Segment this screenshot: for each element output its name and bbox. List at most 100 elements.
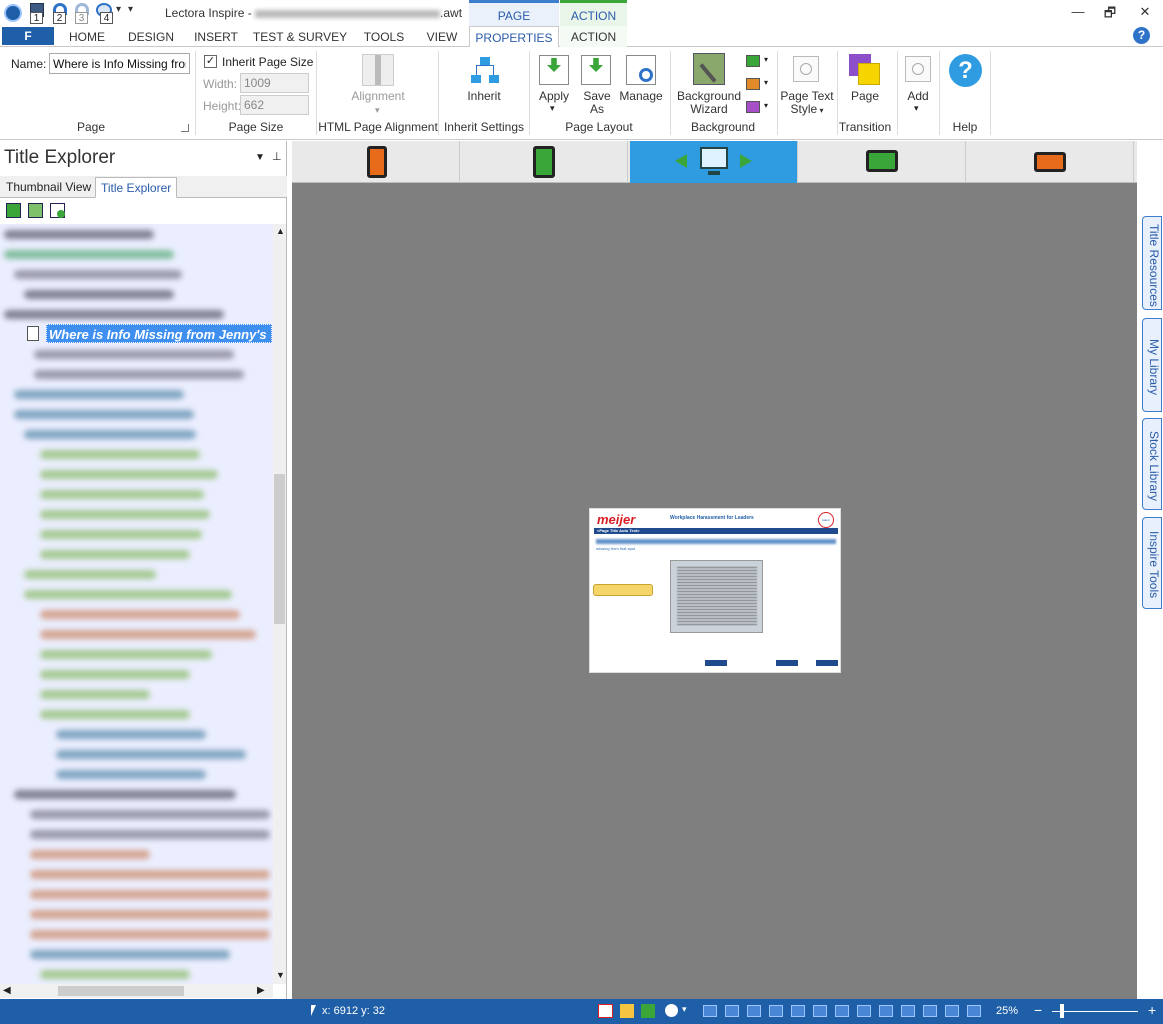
page-transition-button[interactable]: Page — [840, 90, 890, 103]
device-desktop[interactable] — [630, 141, 798, 183]
background-color-dropdown-icon[interactable]: ▾ — [764, 55, 768, 64]
scroll-down-icon[interactable]: ▼ — [276, 970, 285, 980]
add-chapter-icon[interactable] — [6, 203, 21, 218]
background-color-icon[interactable] — [746, 55, 760, 67]
device-tablet-portrait[interactable] — [460, 141, 628, 183]
same-size-icon[interactable] — [967, 1005, 981, 1017]
background-image-dropdown-icon[interactable]: ▾ — [764, 78, 768, 87]
help-icon[interactable]: ? — [1133, 27, 1150, 44]
title-tree[interactable]: Where is Info Missing from Jenny's — [0, 224, 274, 984]
center-page-icon[interactable] — [835, 1005, 849, 1017]
page-name-input[interactable] — [49, 53, 190, 74]
zoom-slider-thumb[interactable] — [1060, 1004, 1064, 1018]
preview-icon[interactable] — [620, 1004, 634, 1018]
tree-horizontal-scrollbar[interactable]: ◀ ▶ — [0, 984, 273, 998]
nav-button-1[interactable] — [705, 660, 727, 666]
background-image-icon[interactable] — [746, 78, 760, 90]
help-button-icon[interactable]: ? — [949, 54, 982, 87]
context-head-page: PAGE — [469, 0, 559, 26]
add-button[interactable]: Add — [900, 90, 936, 103]
align-center-icon[interactable] — [725, 1005, 739, 1017]
minimize-button[interactable]: — — [1066, 4, 1090, 22]
alignment-icon[interactable] — [362, 54, 394, 86]
apply-layout-icon[interactable] — [539, 55, 569, 85]
status-dropdown-icon[interactable]: ▾ — [682, 1004, 687, 1015]
background-sound-dropdown-icon[interactable]: ▾ — [764, 101, 768, 110]
tab-view[interactable]: VIEW — [418, 26, 466, 47]
qat-customize-icon[interactable]: ▾ — [128, 4, 133, 15]
nav-button-3[interactable] — [816, 660, 838, 666]
tab-action[interactable]: ACTION — [560, 26, 627, 47]
qat-dropdown-icon[interactable]: ▾ — [116, 4, 121, 15]
scroll-up-icon[interactable]: ▲ — [276, 226, 285, 236]
distribute-horizontal-icon[interactable] — [857, 1005, 871, 1017]
same-width-icon[interactable] — [923, 1005, 937, 1017]
tab-file[interactable]: F — [2, 27, 54, 45]
side-tab-title-resources[interactable]: Title Resources — [1142, 216, 1162, 310]
close-button[interactable]: ✕ — [1133, 4, 1157, 22]
align-left-icon[interactable] — [703, 1005, 717, 1017]
same-height-icon[interactable] — [945, 1005, 959, 1017]
tab-title-explorer[interactable]: Title Explorer — [95, 177, 178, 198]
restore-button[interactable]: 🗗 — [1098, 4, 1122, 22]
device-phone-portrait[interactable] — [292, 141, 460, 183]
apply-layout-button[interactable]: Apply — [536, 90, 572, 103]
inherit-page-size-checkbox[interactable]: ✓ — [204, 55, 217, 68]
alignment-button[interactable]: Alignment — [345, 90, 411, 103]
side-tab-inspire-tools[interactable]: Inspire Tools — [1142, 517, 1162, 609]
scroll-thumb[interactable] — [58, 986, 184, 996]
tab-insert[interactable]: INSERT — [188, 26, 244, 47]
pane-menu-icon[interactable]: ▼ — [255, 152, 265, 163]
inherit-hierarchy-icon[interactable] — [471, 57, 499, 85]
height-input[interactable] — [240, 95, 309, 115]
yellow-callout[interactable] — [593, 584, 653, 596]
tab-home[interactable]: HOME — [60, 26, 114, 47]
error-check-icon[interactable] — [598, 1004, 613, 1018]
zoom-in-button[interactable]: + — [1148, 1002, 1156, 1018]
align-top-icon[interactable] — [769, 1005, 783, 1017]
width-input[interactable] — [240, 73, 309, 93]
run-icon[interactable] — [641, 1004, 655, 1018]
tree-vertical-scrollbar[interactable]: ▲ ▼ — [273, 224, 286, 984]
align-right-icon[interactable] — [747, 1005, 761, 1017]
page-transition-icon[interactable] — [849, 54, 881, 86]
pin-icon[interactable]: ⊥ — [272, 150, 282, 163]
page-text-style-icon[interactable] — [793, 56, 819, 82]
align-middle-icon[interactable] — [791, 1005, 805, 1017]
inherit-button[interactable]: Inherit — [456, 90, 512, 103]
zoom-out-button[interactable]: − — [1034, 1002, 1042, 1018]
page-text-style-button[interactable]: Page Text Style ▾ — [779, 90, 835, 117]
tab-test-survey[interactable]: TEST & SURVEY — [252, 26, 348, 47]
lectora-logo-icon[interactable] — [4, 4, 22, 22]
device-tablet-landscape[interactable] — [798, 141, 966, 183]
save-layout-icon[interactable] — [581, 55, 611, 85]
page-preview[interactable]: meijer Workplace Harassment for Leaders … — [589, 508, 841, 673]
add-section-icon[interactable] — [28, 203, 43, 218]
add-icon[interactable] — [905, 56, 931, 82]
scroll-thumb[interactable] — [274, 474, 285, 624]
selected-tree-item[interactable]: Where is Info Missing from Jenny's — [46, 324, 272, 343]
align-bottom-icon[interactable] — [813, 1005, 827, 1017]
page-dialog-launcher-icon[interactable] — [181, 124, 189, 132]
tab-thumbnail-view[interactable]: Thumbnail View — [1, 177, 96, 198]
side-tab-my-library[interactable]: My Library — [1142, 318, 1162, 412]
scroll-right-icon[interactable]: ▶ — [257, 985, 265, 996]
background-wizard-icon[interactable] — [693, 53, 725, 85]
space-evenly-icon[interactable] — [901, 1005, 915, 1017]
save-as-layout-button[interactable]: Save As — [580, 90, 614, 116]
background-wizard-button[interactable]: Background Wizard — [676, 90, 742, 116]
scroll-left-icon[interactable]: ◀ — [3, 985, 11, 996]
nav-button-2[interactable] — [776, 660, 798, 666]
zoom-slider-track[interactable] — [1052, 1011, 1138, 1012]
distribute-vertical-icon[interactable] — [879, 1005, 893, 1017]
publish-status-icon[interactable] — [665, 1004, 678, 1017]
tab-tools[interactable]: TOOLS — [356, 26, 412, 47]
device-phone-landscape[interactable] — [966, 141, 1134, 183]
manage-layout-icon[interactable] — [626, 55, 656, 85]
manage-layout-button[interactable]: Manage — [616, 90, 666, 103]
tab-properties[interactable]: PROPERTIES — [469, 26, 559, 48]
background-sound-icon[interactable] — [746, 101, 760, 113]
tab-design[interactable]: DESIGN — [122, 26, 180, 47]
side-tab-stock-library[interactable]: Stock Library — [1142, 418, 1162, 510]
add-page-icon[interactable] — [50, 203, 65, 218]
